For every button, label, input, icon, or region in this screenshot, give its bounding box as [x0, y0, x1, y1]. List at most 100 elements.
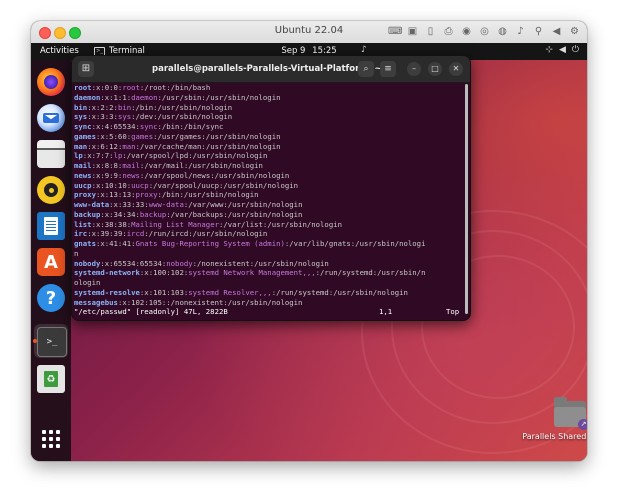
terminal-text-segment: daemon — [74, 92, 101, 102]
terminal-line: nobody:x:65534:65534:nobody:/nonexistent… — [74, 259, 464, 269]
terminal-line: backup:x:34:34:backup:/var/backups:/usr/… — [74, 210, 464, 220]
terminal-text-segment: systemd-resolve — [74, 287, 140, 297]
terminal-text-segment: root — [74, 83, 92, 92]
terminal-output[interactable]: root:x:0:0:root:/root:/bin/bash daemon:x:… — [72, 83, 464, 320]
terminal-text-segment: :x:33:33: — [109, 200, 149, 209]
terminal-text-segment: :x:1:1: — [100, 92, 132, 102]
sd-card-icon[interactable]: ▣ — [406, 25, 419, 38]
terminal-text-segment: :x:41:41: — [95, 239, 136, 248]
terminal-text-segment: irc — [74, 229, 88, 239]
terminal-line: mail:x:8:8:mail:/var/mail:/usr/sbin/nolo… — [74, 161, 464, 171]
show-applications-icon[interactable] — [42, 430, 60, 448]
terminal-text-segment: ologin — [74, 278, 101, 287]
search-button[interactable]: ⌕ — [358, 61, 374, 77]
terminal-line: systemd-resolve:x:101:103:systemd Resolv… — [74, 288, 464, 298]
microphone-icon[interactable]: ♪ — [514, 25, 527, 38]
terminal-text-segment: sys — [74, 112, 88, 122]
terminal-text-segment: root — [122, 83, 140, 92]
terminal-line: proxy:x:13:13:proxy:/bin:/usr/sbin/nolog… — [74, 190, 464, 200]
keyboard-icon[interactable]: ⌨ — [388, 25, 402, 38]
terminal-text-segment: :/bin:/usr/sbin/nologin — [157, 190, 259, 200]
terminal-text-segment: :x:102:105::/nonexistent:/usr/sbin/nolog… — [117, 297, 303, 307]
vm-toolbar: ⌨ ▣ ▯ ⎙ ◉ ◎ ◍ ♪ ⚲ ◀ ⚙ — [388, 25, 581, 38]
thunderbird-icon[interactable] — [37, 104, 65, 132]
menu-button[interactable]: ≡ — [380, 61, 396, 77]
trash-icon[interactable]: ♻ — [37, 365, 65, 393]
terminal-text-segment: mail — [122, 161, 140, 170]
terminal-line: systemd-network:x:100:102:systemd Networ… — [74, 268, 464, 278]
maximize-button[interactable]: □ — [428, 62, 442, 76]
app-center-icon[interactable]: A — [37, 248, 65, 276]
terminal-line: man:x:6:12:man:/var/cache/man:/usr/sbin/… — [74, 142, 464, 152]
status-file-info: "/etc/passwd" [readonly] 47L, 2822B — [74, 307, 228, 317]
terminal-text-segment: :/run/systemd:/usr/sbin/nologin — [271, 287, 408, 297]
terminal-text-segment: :/var/list:/usr/sbin/nologin — [219, 219, 343, 229]
link-icon: ↗ — [578, 419, 587, 430]
terminal-line: games:x:5:60:games:/usr/games:/usr/sbin/… — [74, 132, 464, 142]
terminal-dock-icon[interactable]: >_ — [37, 327, 67, 357]
terminal-text-segment: :x:34:34: — [100, 209, 140, 219]
notification-icon[interactable]: ♪ — [361, 45, 367, 55]
terminal-text-segment: :x:3:3: — [87, 112, 118, 122]
terminal-line: bin:x:2:2:bin:/bin:/usr/sbin/nologin — [74, 103, 464, 113]
terminal-text-segment: messagebus — [74, 297, 118, 307]
terminal-line: root:x:0:0:root:/root:/bin/bash — [74, 83, 464, 93]
files-icon[interactable] — [37, 140, 65, 168]
terminal-text-segment: systemd Network Management,,, — [188, 268, 316, 278]
rhythmbox-icon[interactable] — [37, 176, 65, 204]
terminal-text-segment: uucp — [74, 180, 92, 190]
minimize-button[interactable]: – — [407, 62, 421, 76]
terminal-text-segment: :x:65534:65534: — [100, 258, 167, 268]
terminal-text-segment: :/usr/sbin:/usr/sbin/nologin — [157, 92, 281, 102]
terminal-line: gnats:x:41:41:Gnats Bug-Reporting System… — [74, 239, 464, 249]
terminal-text-segment: :/usr/games:/usr/sbin/nologin — [153, 131, 281, 141]
terminal-text-segment: :x:38:38: — [91, 219, 132, 229]
terminal-text-segment: Gnats Bug-Reporting System (admin) — [135, 239, 285, 248]
terminal-text-segment: :x:7:7: — [82, 151, 114, 161]
system-status-area[interactable]: ⊹ ◀ ⏻ — [545, 45, 579, 55]
terminal-text-segment: :x:8:8: — [91, 161, 123, 170]
close-button[interactable]: ✕ — [449, 62, 463, 76]
terminal-text-segment: :/var/lib/gnats:/usr/sbin/nologi — [284, 239, 426, 248]
network-icon[interactable]: ◍ — [496, 25, 509, 38]
terminal-text-segment: :/run/ircd:/usr/sbin/nologin — [144, 229, 268, 239]
terminal-text-segment: backup — [74, 209, 101, 219]
parallels-shared-folders[interactable]: ↗ Parallels Shared Folders — [521, 397, 587, 442]
terminal-text-segment: :x:39:39: — [87, 229, 127, 239]
terminal-header-bar[interactable]: ⊞ parallels@parallels-Parallels-Virtual-… — [72, 56, 470, 83]
terminal-text-segment: :/var/www:/usr/sbin/nologin — [183, 200, 303, 209]
new-tab-button[interactable]: ⊞ — [78, 61, 94, 77]
folder-icon: ↗ — [554, 397, 587, 430]
terminal-text-segment: backup — [139, 209, 167, 219]
terminal-text-segment: sync — [74, 122, 92, 131]
terminal-line: daemon:x:1:1:daemon:/usr/sbin:/usr/sbin/… — [74, 93, 464, 103]
terminal-scrollbar[interactable] — [465, 84, 468, 316]
terminal-text-segment: nobody — [166, 258, 193, 268]
terminal-text-segment: mail — [74, 161, 92, 170]
firefox-icon[interactable] — [37, 68, 65, 96]
phone-icon[interactable]: ▯ — [424, 25, 437, 38]
scrollbar-thumb[interactable] — [465, 84, 468, 314]
webcam-icon[interactable]: ◉ — [460, 25, 473, 38]
terminal-line: ologin — [74, 278, 464, 288]
disk-icon[interactable]: ◎ — [478, 25, 491, 38]
terminal-line: uucp:x:10:10:uucp:/var/spool/uucp:/usr/s… — [74, 181, 464, 191]
terminal-line: list:x:38:38:Mailing List Manager:/var/l… — [74, 220, 464, 230]
printer-icon[interactable]: ⎙ — [442, 25, 455, 38]
settings-icon[interactable]: ⚙ — [568, 25, 581, 38]
terminal-window[interactable]: ⊞ parallels@parallels-Parallels-Virtual-… — [71, 55, 471, 321]
terminal-line: lp:x:7:7:lp:/var/spool/lpd:/usr/sbin/nol… — [74, 151, 464, 161]
help-icon[interactable]: ? — [37, 284, 65, 312]
vm-titlebar: Ubuntu 22.04 ⌨ ▣ ▯ ⎙ ◉ ◎ ◍ ♪ ⚲ ◀ ⚙ — [31, 21, 587, 44]
terminal-text-segment: man — [74, 141, 88, 151]
libreoffice-writer-icon[interactable] — [37, 212, 65, 240]
usb-icon[interactable]: ⚲ — [532, 25, 545, 38]
terminal-text-segment: uucp — [131, 180, 149, 190]
terminal-line: sync:x:4:65534:sync:/bin:/bin/sync — [74, 122, 464, 132]
terminal-text-segment: games — [131, 131, 154, 141]
terminal-text-segment: :/bin:/bin/sync — [157, 122, 224, 131]
terminal-text-segment: bin — [74, 102, 88, 112]
terminal-text-segment: n — [74, 248, 79, 258]
sound-icon[interactable]: ◀ — [550, 25, 563, 38]
terminal-line: messagebus:x:102:105::/nonexistent:/usr/… — [74, 298, 464, 308]
